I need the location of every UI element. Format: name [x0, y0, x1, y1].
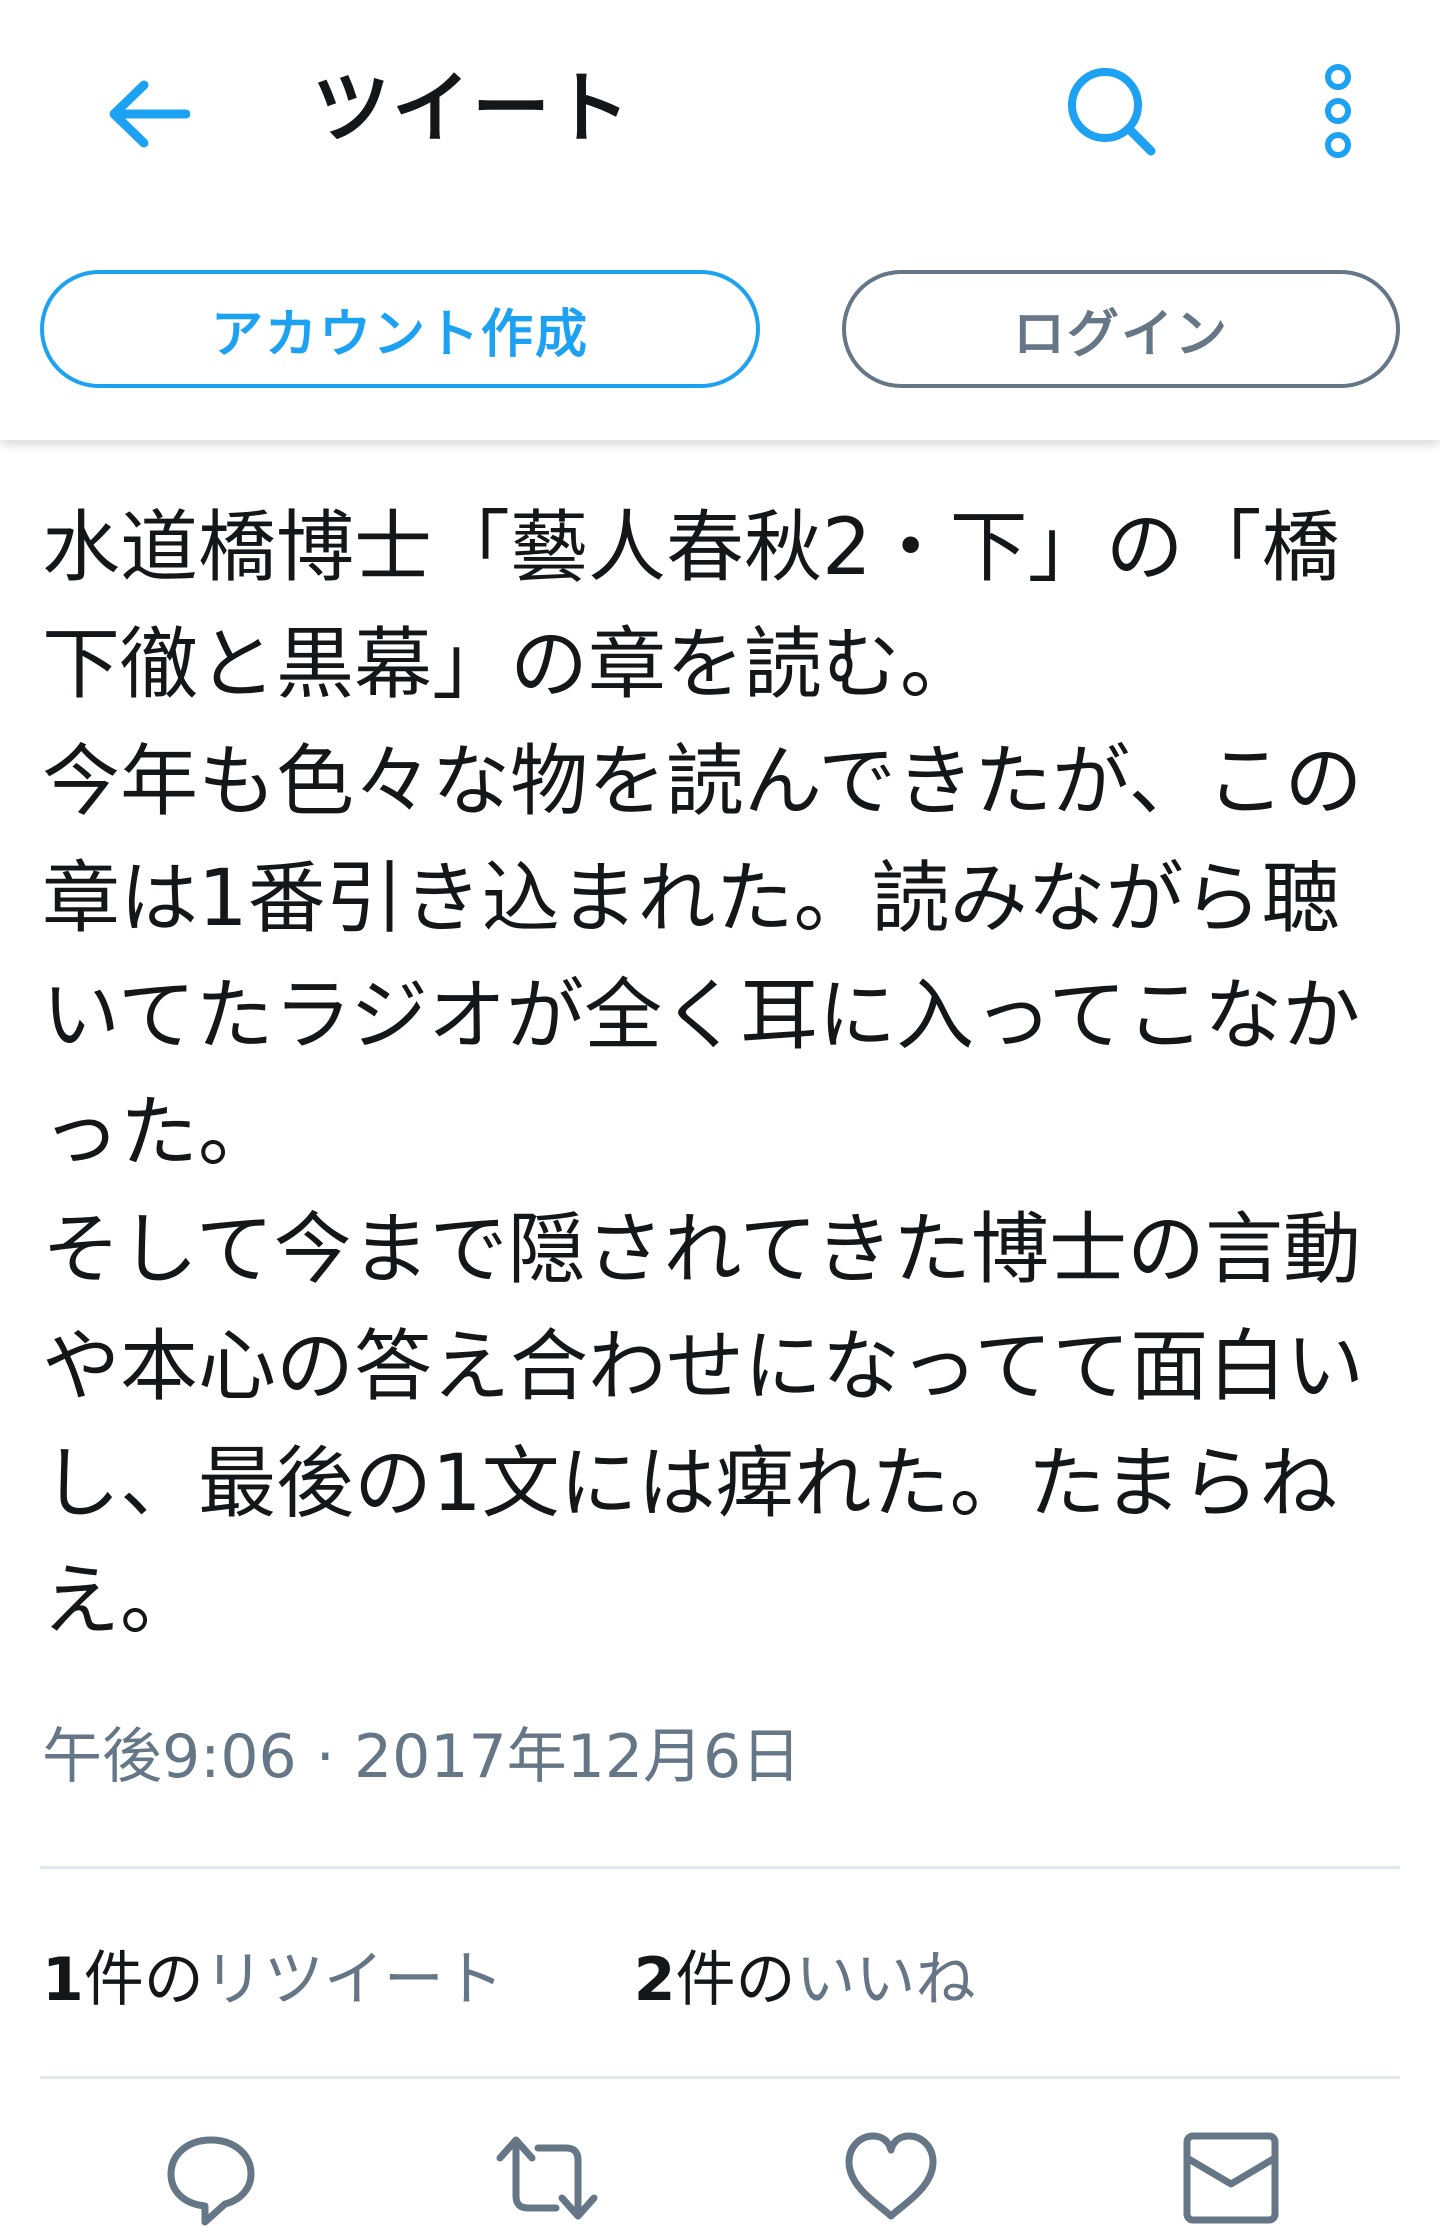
top-bar: ツイート アカウント作成 ログイン — [0, 0, 1440, 440]
tweet-text-line: 水道橋博士「藝人春秋2・下」の「橋 — [42, 503, 1340, 593]
tweet-text-line: し、最後の1文には痺れた。たまらね — [42, 1439, 1338, 1529]
tweet-text-line: 今年も色々な物を読んできたが、この — [42, 737, 1363, 827]
divider — [40, 1866, 1400, 1869]
tweet-text-line: や本心の答え合わせになってて面白い — [42, 1322, 1365, 1412]
back-button[interactable] — [100, 66, 196, 162]
arrow-left-icon — [109, 80, 190, 148]
search-button[interactable] — [1056, 56, 1166, 166]
retweet-icon — [496, 2136, 598, 2220]
more-options-button[interactable] — [1296, 56, 1380, 166]
like-count: 2 — [633, 1944, 676, 2015]
retweet-count-unit: 件の — [83, 1944, 204, 2015]
direct-message-button[interactable] — [1176, 2120, 1286, 2236]
like-count-unit: 件の — [675, 1944, 796, 2015]
reply-button[interactable] — [156, 2120, 266, 2236]
like-label: いいね — [795, 1944, 976, 2015]
retweet-button[interactable] — [492, 2120, 602, 2236]
more-vertical-icon — [1325, 64, 1351, 158]
like-count-link[interactable]: 2 件の いいね — [634, 1931, 976, 2018]
tweet-actions — [0, 2120, 1440, 2236]
tweet-text-line: 章は1番引き込まれた。読みながら聴 — [42, 854, 1340, 944]
retweet-count-link[interactable]: 1 件の リツイート — [42, 1931, 504, 2018]
retweet-label: リツイート — [203, 1944, 504, 2015]
tweet-text-line: そして今まで隠されてきた博士の言動 — [42, 1205, 1361, 1295]
retweet-count: 1 — [42, 1944, 84, 2015]
tweet-timestamp[interactable]: 午後9:06 · 2017年12月6日 — [42, 1712, 801, 1802]
tweet-stats: 1 件の リツイート 2 件の いいね — [42, 1924, 976, 2024]
like-button[interactable] — [836, 2120, 946, 2236]
tweet-text-line: え。 — [42, 1556, 199, 1646]
tweet-text-line: いてたラジオが全く耳に入ってこなか — [42, 971, 1361, 1061]
divider — [40, 2076, 1400, 2079]
envelope-icon — [1183, 2132, 1279, 2224]
page-title: ツイート — [312, 64, 633, 154]
search-icon — [1068, 68, 1156, 156]
login-button[interactable]: ログイン — [842, 270, 1400, 388]
create-account-button[interactable]: アカウント作成 — [40, 270, 760, 388]
heart-icon — [845, 2132, 937, 2220]
reply-icon — [167, 2136, 255, 2226]
tweet-text: 水道橋博士「藝人春秋2・下」の「橋 下徹と黒幕」の章を読む。 今年も色々な物を読… — [42, 490, 1402, 1660]
tweet-text-line: 下徹と黒幕」の章を読む。 — [42, 620, 979, 710]
tweet-text-line: った。 — [42, 1088, 277, 1178]
